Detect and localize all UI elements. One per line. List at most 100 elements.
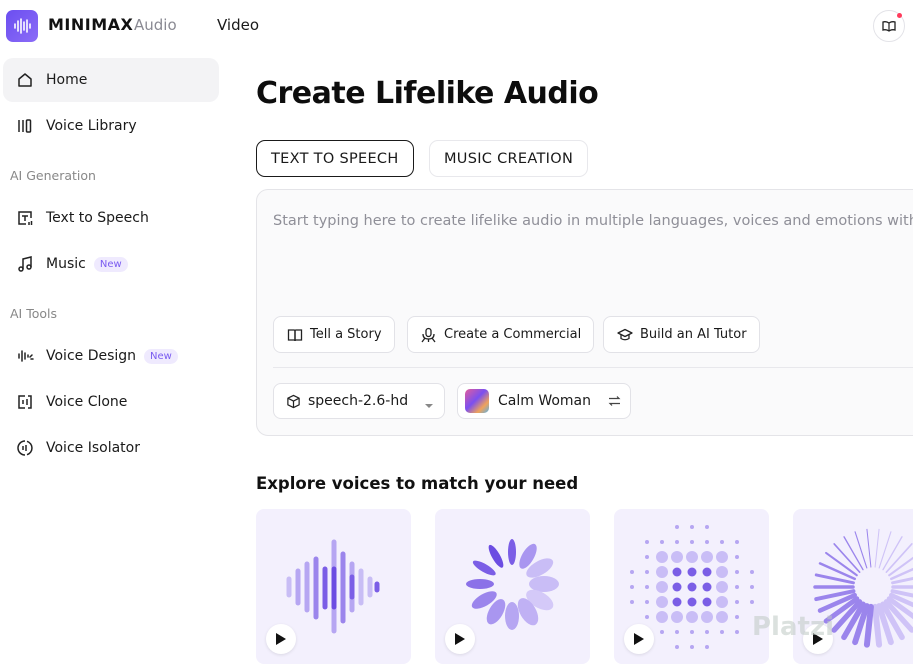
artwork-dot [690,525,694,529]
play-button[interactable] [266,624,296,654]
artwork-dot [690,630,694,634]
artwork-dot [645,570,649,574]
voice-clone-icon [15,392,35,412]
artwork-dot [735,630,739,634]
artwork-dot [686,551,698,563]
model-select[interactable]: speech-2.6-hd [273,383,445,419]
artwork-ray [872,603,883,648]
tab-text-to-speech[interactable]: TEXT TO SPEECH [256,140,414,177]
voice-card-dots[interactable] [614,509,769,664]
artwork-ray [866,528,872,568]
artwork-dot [690,540,694,544]
artwork-dot [735,555,739,559]
suggestion-tell-a-story[interactable]: Tell a Story [273,316,395,353]
artwork-dot [716,566,728,578]
explore-title: Explore voices to match your need [256,474,579,493]
cube-icon [286,393,302,409]
sidebar-item-text-to-speech[interactable]: Text to Speech [3,196,219,240]
chip-label: Build an AI Tutor [640,327,747,342]
artwork-dot [675,645,679,649]
artwork-dot [720,540,724,544]
artwork-dot [687,582,697,592]
artwork-dot [702,567,712,577]
voice-select[interactable]: Calm Woman [457,383,631,419]
artwork-dot [656,551,668,563]
play-button[interactable] [445,624,475,654]
chip-label: Create a Commercial [444,327,582,342]
suggestion-build-an-ai-tutor[interactable]: Build an AI Tutor [603,316,760,353]
section-label-ai-tools: AI Tools [10,306,58,321]
voice-isolator-icon [15,438,35,458]
artwork-dot [656,566,668,578]
sidebar-item-home[interactable]: Home [3,58,219,102]
artwork-dot [672,582,682,592]
top-bar: MINIMAX Audio Video [0,0,913,52]
editor-divider [273,367,913,368]
artwork-dot [630,585,634,589]
voice-avatar [465,389,489,413]
new-badge: New [93,256,128,272]
artwork-dot [705,645,709,649]
model-value: speech-2.6-hd [308,393,409,409]
sidebar-item-voice-isolator[interactable]: Voice Isolator [3,426,219,470]
artwork-dot [675,630,679,634]
artwork-dot [750,570,754,574]
artwork-ray [874,528,880,568]
play-button[interactable] [624,624,654,654]
home-icon [15,70,35,90]
book-icon [286,326,304,344]
voice-card-burst[interactable] [435,509,590,664]
text-speech-icon [15,208,35,228]
voice-card-waveform[interactable] [256,509,411,664]
swap-icon[interactable] [608,395,621,411]
play-icon [276,633,286,645]
artwork-dot [645,540,649,544]
sidebar-item-label: Music [46,256,86,272]
notification-button[interactable] [873,10,905,42]
artwork-ray [878,531,892,569]
brand-name[interactable]: MINIMAX [48,15,133,34]
voice-design-icon [15,346,35,366]
artwork-dot [735,585,739,589]
artwork-dot [716,611,728,623]
sidebar-item-voice-design[interactable]: Voice Design New [3,334,219,378]
tab-music-creation[interactable]: MUSIC CREATION [429,140,589,177]
artwork-dot [735,600,739,604]
artwork-dot [660,540,664,544]
text-editor[interactable]: Start typing here to create lifelike aud… [256,189,913,436]
nav-video[interactable]: Video [217,16,259,34]
sidebar-item-music[interactable]: Music New [3,242,219,286]
artwork-dot [750,600,754,604]
chip-label: Tell a Story [310,327,382,342]
platzi-watermark: Platzi [752,612,834,642]
artwork-dot [672,597,682,607]
artwork-dot [716,551,728,563]
artwork-dot [705,525,709,529]
page-title: Create Lifelike Audio [256,76,599,111]
artwork-dot [645,615,649,619]
artwork-dot [750,585,754,589]
sidebar-item-label: Text to Speech [46,210,149,226]
artwork-dot [660,630,664,634]
artwork-dot [671,611,683,623]
sidebar-item-voice-clone[interactable]: Voice Clone [3,380,219,424]
artwork-dot [675,525,679,529]
sidebar-item-label: Voice Clone [46,394,128,410]
artwork-ray [854,531,868,569]
artwork-dot [702,597,712,607]
artwork-dot [735,540,739,544]
new-badge: New [144,348,178,364]
editor-placeholder[interactable]: Start typing here to create lifelike aud… [273,213,913,229]
artwork-dot [720,630,724,634]
artwork-dot [630,570,634,574]
notification-dot [897,13,902,18]
suggestion-create-a-commercial[interactable]: Create a Commercial [407,316,595,353]
artwork-dot [687,597,697,607]
logo-icon[interactable] [6,10,38,42]
artwork-dot [687,567,697,577]
sidebar-item-voice-library[interactable]: Voice Library [3,104,219,148]
sidebar: Home Voice Library AI Generation Text to… [0,52,228,668]
artwork-dot [672,567,682,577]
nav-audio[interactable]: Audio [134,16,177,34]
artwork-dot [645,555,649,559]
